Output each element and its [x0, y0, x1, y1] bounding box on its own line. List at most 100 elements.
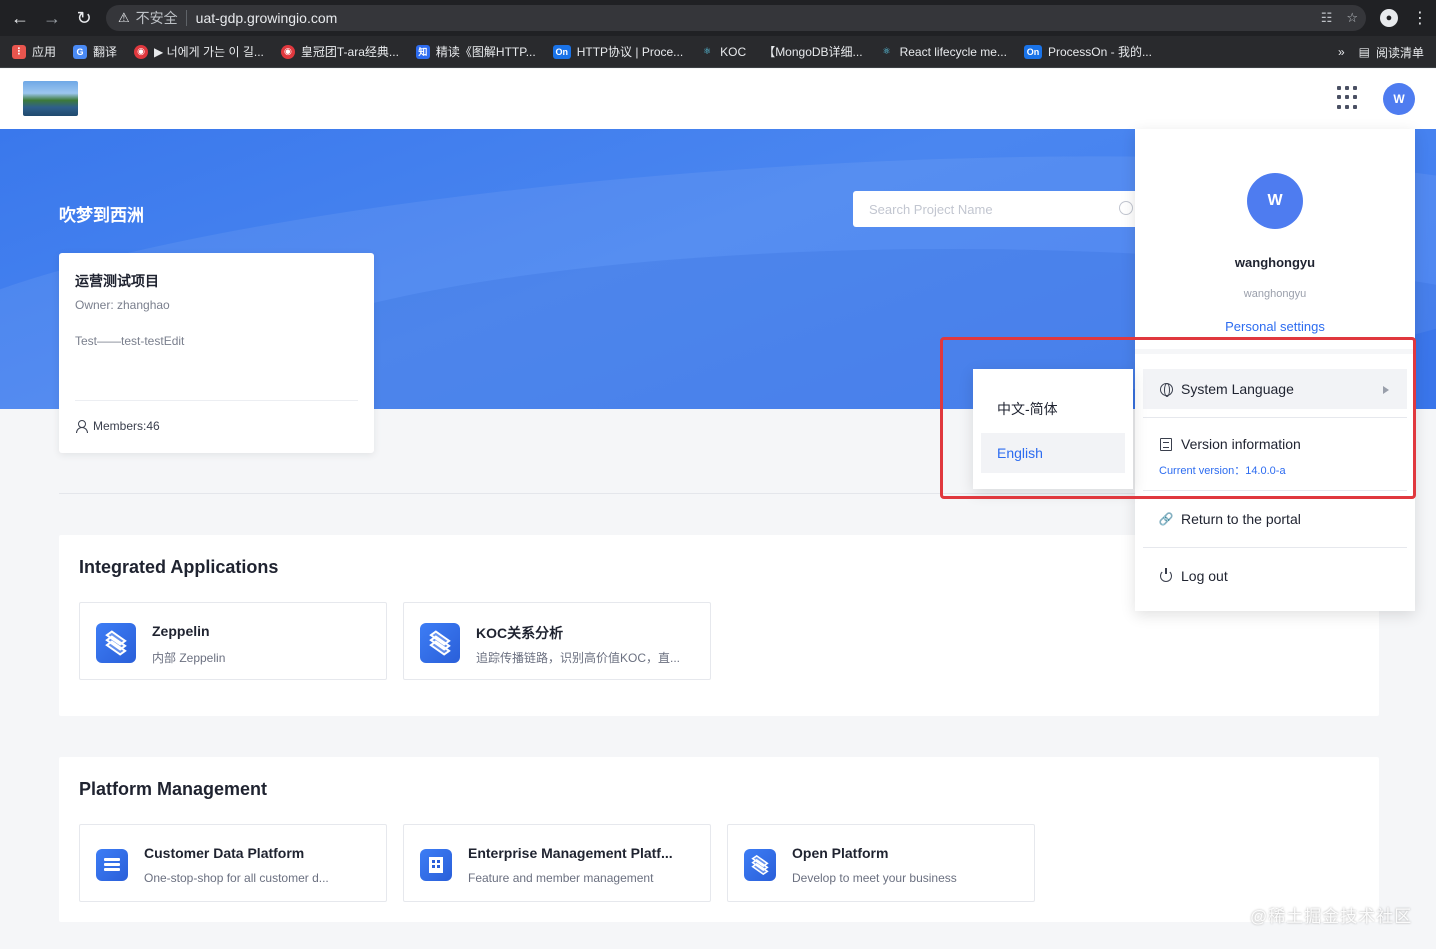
layers-icon [744, 849, 776, 881]
bookmark-translate[interactable]: G 翻译 [73, 43, 117, 60]
bookmark-mongodb[interactable]: 【MongoDB详细... [763, 43, 862, 60]
insecure-label: 不安全 [135, 10, 178, 26]
search-placeholder: Search Project Name [869, 201, 993, 217]
bookmark-label: ▶ 너에게 가는 이 길... [154, 45, 264, 59]
project-description: Test——test-testEdit [75, 334, 185, 348]
project-card[interactable]: 运营测试项目 Owner: zhanghao Test——test-testEd… [59, 253, 374, 453]
omnibox-separator [185, 10, 187, 26]
processon-icon: On [552, 44, 571, 59]
project-members: Members:46 [75, 419, 160, 433]
bookmark-tara[interactable]: ◉ 皇冠团T-ara经典... [280, 43, 399, 60]
menu-label: Version information [1181, 436, 1301, 452]
personal-settings-link[interactable]: Personal settings [1135, 319, 1415, 334]
url-text[interactable]: uat-gdp.growingio.com [196, 10, 338, 26]
bookmark-http[interactable]: On HTTP协议 | Proce... [552, 43, 683, 60]
company-logo[interactable] [23, 81, 78, 116]
search-icon[interactable] [1119, 201, 1133, 215]
zhihu-icon: 知 [415, 44, 430, 59]
layers-icon [420, 623, 460, 663]
browser-menu-icon[interactable]: ⋮ [1412, 8, 1428, 28]
reading-list-button[interactable]: ▤ 阅读清单 [1359, 44, 1424, 61]
processon-icon: On [1023, 44, 1042, 59]
database-icon [96, 849, 128, 881]
language-option-english[interactable]: English [981, 433, 1125, 473]
bookmark-label: 皇冠团T-ara经典... [300, 45, 399, 59]
document-icon [1159, 437, 1173, 451]
react-icon: ⚛ [882, 46, 891, 56]
project-name: 运营测试项目 [75, 273, 159, 289]
language-submenu: 中文-简体 English [973, 369, 1133, 489]
netease-icon: ◉ [134, 44, 149, 59]
bookmark-zhihu[interactable]: 知 精读《图解HTTP... [415, 43, 536, 60]
app-description: Develop to meet your business [792, 871, 957, 885]
app-card-cdp[interactable]: Customer Data Platform One-stop-shop for… [79, 824, 387, 902]
bookmark-react[interactable]: ⚛ React lifecycle me... [880, 45, 1007, 59]
power-icon [1159, 568, 1173, 583]
reading-list-icon: ▤ [1358, 45, 1370, 59]
user-icon [75, 420, 88, 433]
divider [1143, 417, 1407, 418]
project-owner: Owner: zhanghao [75, 298, 170, 312]
app-description: One-stop-shop for all customer d... [144, 871, 329, 885]
translate-icon[interactable]: ☷ [1321, 10, 1333, 26]
user-avatar-large: W [1247, 173, 1303, 229]
app-name: KOC关系分析 [476, 625, 564, 641]
app-name: Customer Data Platform [144, 845, 305, 861]
app-header: W [0, 69, 1436, 129]
menu-label: Return to the portal [1181, 511, 1301, 527]
log-out-item[interactable]: Log out [1143, 561, 1407, 591]
divider [75, 400, 358, 401]
bookmark-processon[interactable]: On ProcessOn - 我的... [1023, 43, 1152, 60]
bookmark-label: 翻译 [93, 45, 118, 59]
globe-icon [1159, 382, 1173, 397]
caret-right-icon [1383, 386, 1389, 394]
bookmark-label: 精读《图解HTTP... [435, 45, 536, 59]
address-bar[interactable]: ⚠ 不安全 uat-gdp.growingio.com ☷ ☆ [106, 5, 1366, 31]
bookmark-label: ProcessOn - 我的... [1047, 45, 1152, 59]
bookmark-label: KOC [720, 44, 747, 59]
app-card-koc[interactable]: KOC关系分析 追踪传播链路，识别高价值KOC，直... [403, 602, 711, 680]
app-card-open-platform[interactable]: Open Platform Develop to meet your busin… [727, 824, 1035, 902]
project-search-input[interactable]: Search Project Name [853, 191, 1153, 227]
divider [1143, 490, 1407, 491]
bookmark-koc[interactable]: ⚛ KOC [700, 45, 746, 59]
bookmark-label: 【MongoDB详细... [763, 45, 863, 59]
app-switcher-icon[interactable] [1337, 86, 1361, 110]
user-menu-panel: W wanghongyu wanghongyu Personal setting… [1135, 129, 1415, 611]
bookmark-music[interactable]: ◉ ▶ 너에게 가는 이 길... [134, 43, 264, 60]
app-description: 内部 Zeppelin [152, 651, 226, 665]
app-description: 追踪传播链路，识别高价值KOC，直... [476, 651, 681, 665]
react-icon: ⚛ [703, 46, 712, 56]
reload-icon[interactable]: ↻ [68, 0, 100, 36]
app-description: Feature and member management [468, 871, 654, 885]
back-icon[interactable]: ← [4, 0, 36, 36]
reading-list-label: 阅读清单 [1375, 45, 1424, 60]
warning-icon: ⚠ [118, 10, 130, 25]
divider [1143, 547, 1407, 548]
app-card-enterprise[interactable]: Enterprise Management Platf... Feature a… [403, 824, 711, 902]
bookmarks-bar: ⋮ 应用 G 翻译 ◉ ▶ 너에게 가는 이 길... ◉ 皇冠团T-ara经典… [0, 36, 1436, 68]
app-card-zeppelin[interactable]: Zeppelin 内部 Zeppelin [79, 602, 387, 680]
return-portal-item[interactable]: 🔗 Return to the portal [1143, 504, 1407, 534]
language-option-chinese[interactable]: 中文-简体 [981, 389, 1125, 429]
forward-icon[interactable]: → [36, 0, 68, 36]
members-count: Members:46 [93, 419, 160, 433]
menu-label: Log out [1181, 568, 1228, 584]
app-name: Enterprise Management Platf... [468, 845, 673, 861]
system-language-item[interactable]: System Language [1143, 369, 1407, 409]
user-avatar[interactable]: W [1383, 83, 1415, 115]
bookmark-label: React lifecycle me... [899, 44, 1007, 59]
panel-account: wanghongyu [1243, 288, 1307, 300]
bookmark-star-icon[interactable]: ☆ [1346, 10, 1358, 26]
layers-icon [96, 623, 136, 663]
platform-management-section: Platform Management Customer Data Platfo… [59, 757, 1379, 922]
app-name: Open Platform [792, 845, 889, 861]
section-title: Platform Management [79, 779, 268, 799]
menu-label: System Language [1181, 381, 1294, 397]
app-name: Zeppelin [152, 623, 210, 639]
version-information-item[interactable]: Version information [1143, 429, 1407, 459]
more-bookmarks-icon[interactable]: » [1338, 45, 1345, 59]
bookmark-apps[interactable]: ⋮ 应用 [12, 43, 56, 60]
browser-profile-icon[interactable]: ● [1380, 9, 1398, 27]
section-title: Integrated Applications [79, 557, 279, 577]
